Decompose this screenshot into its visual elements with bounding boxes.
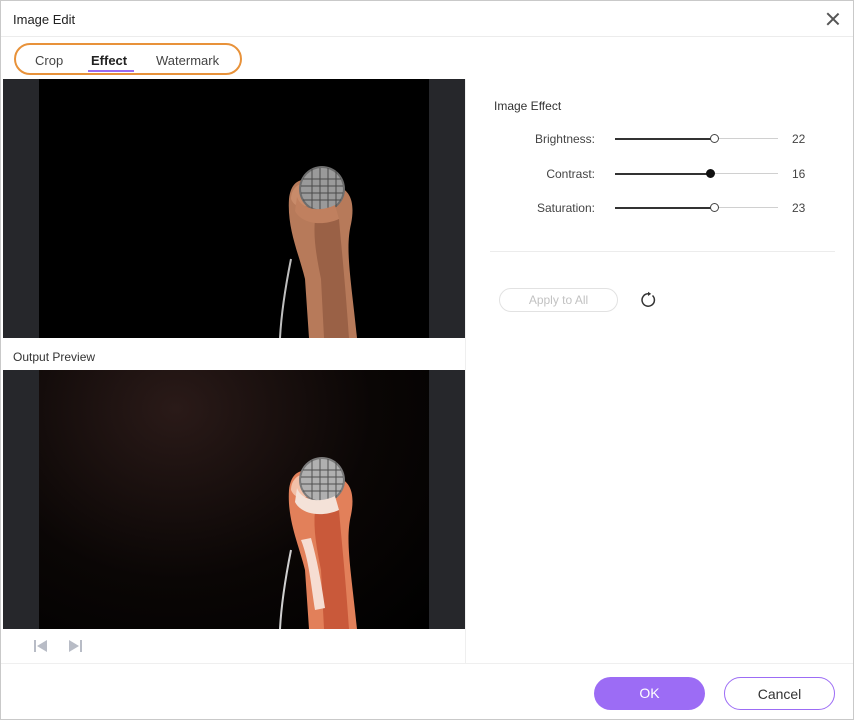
title-bar: Image Edit <box>1 1 853 37</box>
saturation-value: 23 <box>792 201 806 215</box>
original-image <box>39 79 429 338</box>
tab-crop[interactable]: Crop <box>35 53 63 68</box>
output-preview <box>3 370 465 629</box>
footer-divider <box>1 663 853 664</box>
window-title: Image Edit <box>13 12 76 27</box>
cancel-button[interactable]: Cancel <box>724 677 835 710</box>
tab-effect[interactable]: Effect <box>91 53 127 68</box>
contrast-slider[interactable] <box>615 169 778 178</box>
brightness-slider[interactable] <box>615 134 778 143</box>
saturation-label: Saturation: <box>536 201 595 215</box>
effects-divider <box>490 251 835 252</box>
brightness-slider-fill <box>615 137 715 140</box>
output-preview-label: Output Preview <box>13 350 96 364</box>
saturation-slider[interactable] <box>615 203 778 212</box>
microphone-hand-image-output <box>279 457 357 629</box>
saturation-slider-thumb[interactable] <box>710 203 720 212</box>
image-edit-dialog: Image Edit Crop Effect Watermark Output … <box>0 0 854 720</box>
active-tab-indicator <box>88 70 134 72</box>
reset-icon[interactable] <box>639 291 657 309</box>
panel-divider <box>465 79 466 663</box>
contrast-row: Contrast: 16 <box>491 164 831 184</box>
output-image <box>39 370 429 629</box>
brightness-row: Brightness: 22 <box>491 129 831 149</box>
skip-next-icon[interactable] <box>67 639 83 653</box>
preview-navigation <box>3 629 465 663</box>
microphone-hand-image <box>279 166 357 338</box>
title-divider <box>1 36 853 37</box>
tab-group: Crop Effect Watermark <box>14 43 242 75</box>
image-effect-title: Image Effect <box>494 99 562 113</box>
apply-to-all-button[interactable]: Apply to All <box>499 288 618 312</box>
brightness-value: 22 <box>792 132 806 146</box>
skip-previous-icon[interactable] <box>33 639 49 653</box>
contrast-slider-thumb[interactable] <box>705 169 715 178</box>
original-preview <box>3 79 465 338</box>
ok-button[interactable]: OK <box>594 677 705 710</box>
saturation-slider-fill <box>615 206 715 209</box>
saturation-row: Saturation: 23 <box>491 198 831 218</box>
contrast-slider-fill <box>615 172 710 175</box>
contrast-label: Contrast: <box>546 167 595 181</box>
brightness-slider-thumb[interactable] <box>710 134 720 143</box>
brightness-label: Brightness: <box>534 132 595 146</box>
close-icon[interactable] <box>823 9 843 29</box>
contrast-value: 16 <box>792 167 806 181</box>
tab-watermark[interactable]: Watermark <box>156 53 219 68</box>
